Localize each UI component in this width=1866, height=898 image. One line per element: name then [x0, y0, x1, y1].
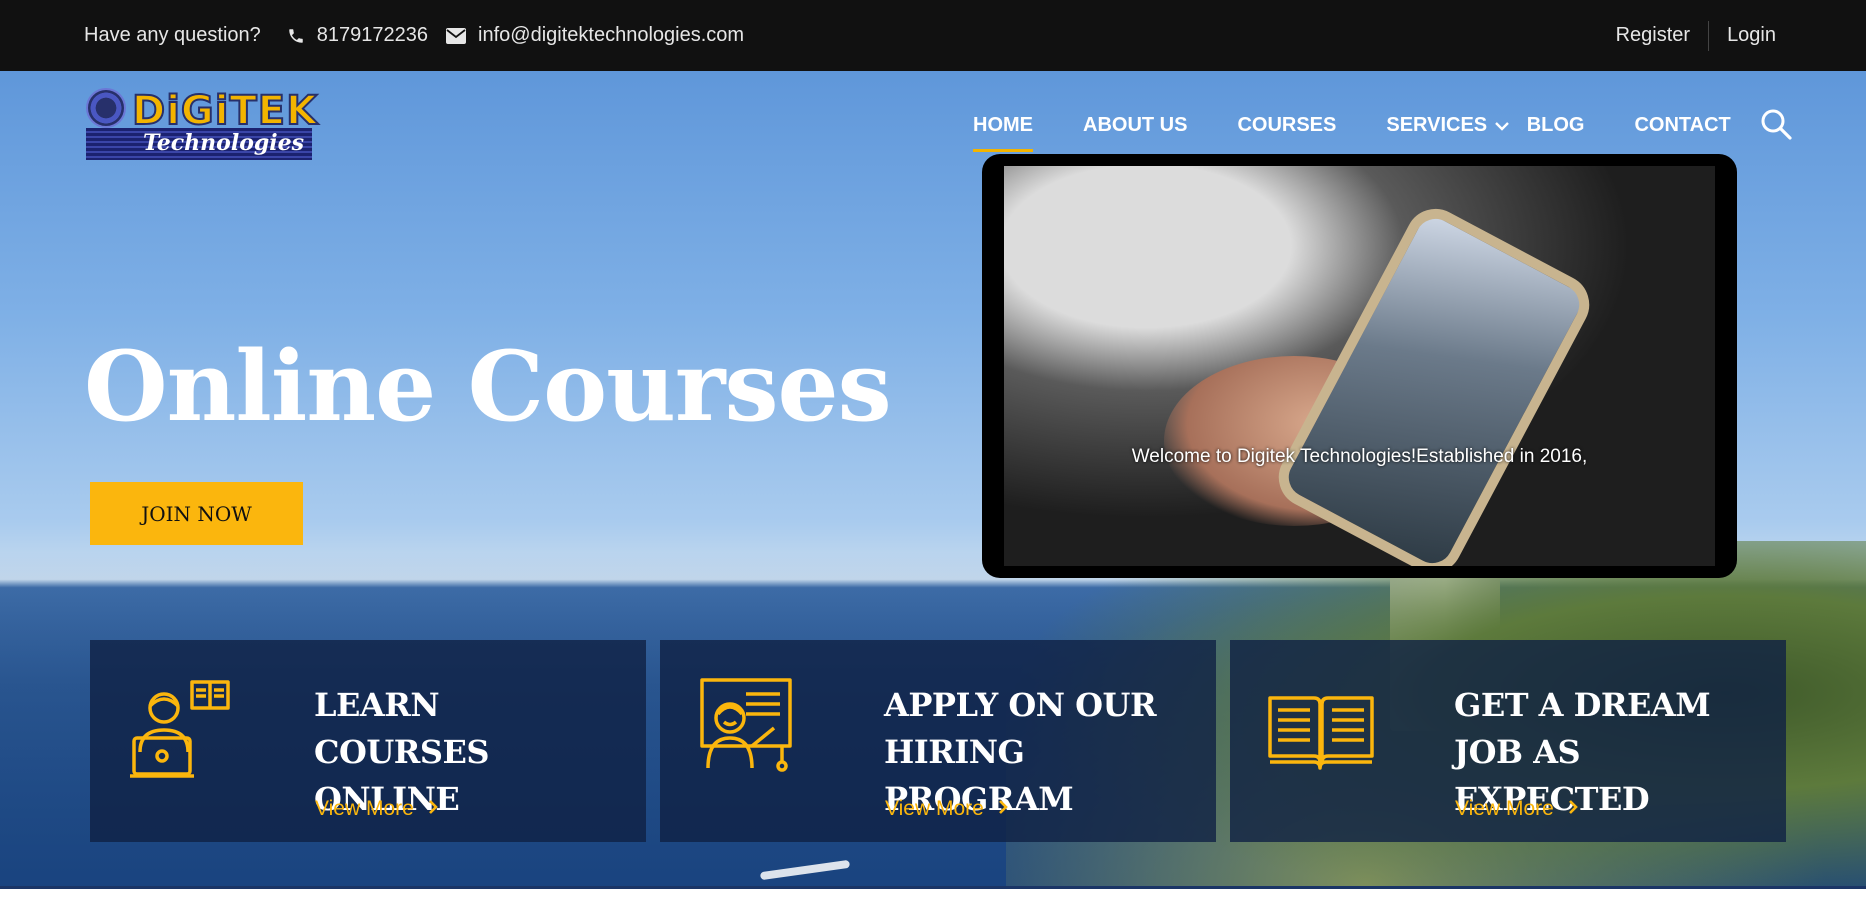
view-more-link[interactable]: View More [315, 797, 438, 821]
phone-icon [287, 27, 305, 45]
video-frame: Welcome to Digitek Technologies!Establis… [1004, 166, 1715, 566]
video-caption: Welcome to Digitek Technologies!Establis… [1131, 446, 1588, 467]
view-more-label: View More [315, 797, 414, 820]
nav-courses[interactable]: COURSES [1237, 96, 1336, 152]
feature-card-learn: LEARN COURSES ONLINE View More [90, 640, 646, 842]
view-more-link[interactable]: View More [885, 797, 1008, 821]
register-link[interactable]: Register [1598, 24, 1708, 47]
chevron-right-icon [428, 797, 438, 821]
top-bar: Have any question? 8179172236 info@digit… [0, 0, 1866, 71]
phone-link[interactable]: 8179172236 [317, 24, 428, 47]
main-nav: HOME ABOUT US COURSES SERVICES BLOG CONT… [973, 96, 1781, 156]
intro-video[interactable]: Welcome to Digitek Technologies!Establis… [982, 154, 1737, 578]
login-link[interactable]: Login [1709, 24, 1794, 47]
logo-seal-icon [86, 88, 126, 128]
envelope-icon [446, 27, 467, 44]
nav-services[interactable]: SERVICES [1386, 96, 1509, 152]
view-more-link[interactable]: View More [1455, 797, 1578, 821]
search-icon[interactable] [1760, 108, 1792, 140]
nav-home[interactable]: HOME [973, 96, 1033, 152]
nav-contact[interactable]: CONTACT [1634, 96, 1730, 152]
feature-cards: LEARN COURSES ONLINE View More APPLY ON … [90, 640, 1786, 842]
chevron-down-icon [1494, 114, 1509, 137]
join-now-button[interactable]: JOIN NOW [90, 482, 303, 545]
question-text: Have any question? [84, 24, 261, 46]
laptop-learner-icon [126, 676, 236, 786]
account-links: Register Login [1598, 0, 1794, 71]
nav-about-us[interactable]: ABOUT US [1083, 96, 1187, 152]
nav-blog[interactable]: BLOG [1527, 96, 1585, 152]
logo-sub-text: Technologies [142, 130, 304, 156]
bottom-edge [0, 889, 1866, 898]
feature-card-hiring: APPLY ON OUR HIRING PROGRAM View More [660, 640, 1216, 842]
open-book-icon [1266, 676, 1376, 786]
logo-sub-banner: Technologies [86, 128, 312, 160]
hero-title: Online Courses [84, 330, 892, 443]
view-more-label: View More [885, 797, 984, 820]
nav-services-label: SERVICES [1386, 114, 1488, 136]
email-link[interactable]: info@digitektechnologies.com [478, 24, 744, 47]
site-logo[interactable]: DiGiTEK Technologies [86, 87, 318, 162]
chevron-right-icon [1568, 797, 1578, 821]
view-more-label: View More [1455, 797, 1554, 820]
chevron-right-icon [998, 797, 1008, 821]
contact-info: Have any question? 8179172236 info@digit… [84, 0, 744, 71]
feature-card-job: GET A DREAM JOB AS EXPECTED View More [1230, 640, 1786, 842]
presenter-board-icon [696, 676, 806, 786]
